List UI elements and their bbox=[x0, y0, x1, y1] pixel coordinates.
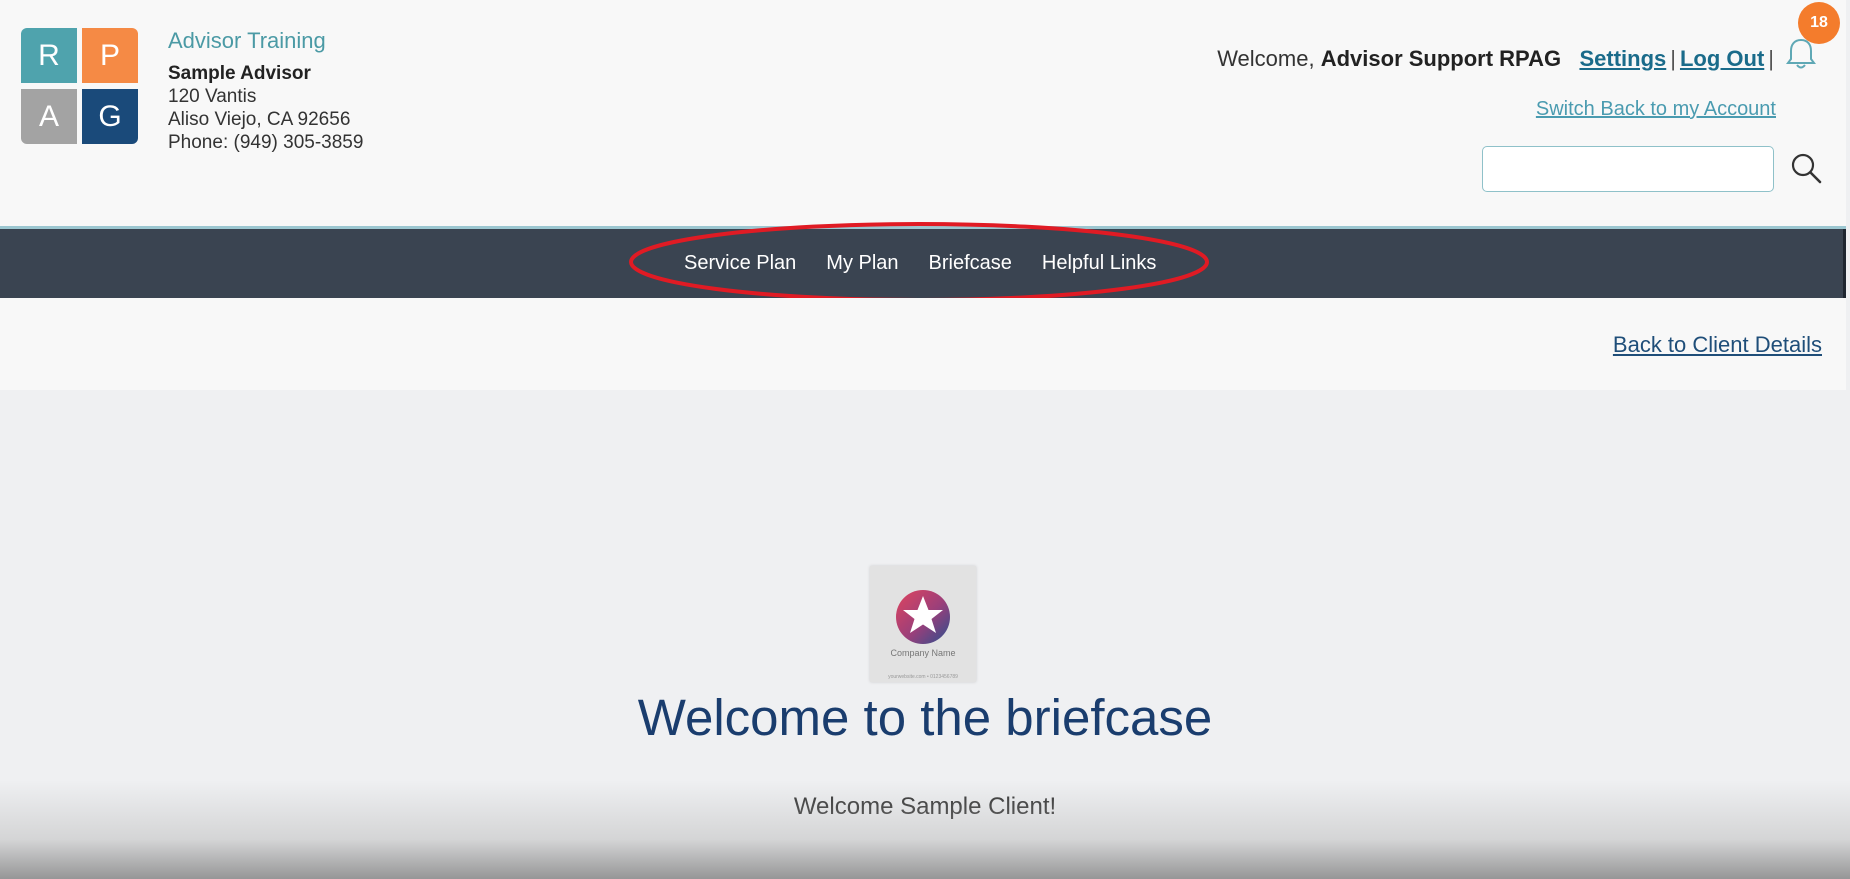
back-to-client-details-link[interactable]: Back to Client Details bbox=[1613, 332, 1822, 358]
logout-link[interactable]: Log Out bbox=[1680, 46, 1764, 71]
nav-item-helpful-links[interactable]: Helpful Links bbox=[1042, 252, 1157, 275]
advisor-name: Sample Advisor bbox=[168, 63, 311, 84]
separator: | bbox=[1768, 46, 1774, 71]
settings-link[interactable]: Settings bbox=[1579, 46, 1666, 71]
company-name-text: Company Name bbox=[890, 648, 956, 658]
logo-tile-p: P bbox=[82, 28, 138, 83]
welcome-line: Welcome, Advisor Support RPAG Settings | L… bbox=[1217, 46, 1778, 72]
logo-tile-r: R bbox=[21, 28, 77, 83]
advisor-info: Advisor Training Sample Advisor 120 Vant… bbox=[168, 28, 363, 154]
separator: | bbox=[1670, 46, 1676, 71]
user-area: Welcome, Advisor Support RPAG Settings | L… bbox=[1126, 0, 1846, 226]
welcome-prefix: Welcome, bbox=[1217, 46, 1315, 71]
logo-tile-a: A bbox=[21, 89, 77, 144]
advisor-phone: Phone: (949) 305-3859 bbox=[168, 132, 364, 153]
advisor-address-line1: 120 Vantis bbox=[168, 86, 257, 107]
company-logo-subtext: yourwebsite.com • 0123456789 bbox=[888, 674, 958, 680]
nav-item-service-plan[interactable]: Service Plan bbox=[684, 252, 796, 275]
nav-item-briefcase[interactable]: Briefcase bbox=[929, 252, 1012, 275]
search-input[interactable] bbox=[1482, 146, 1774, 192]
sub-bar: Back to Client Details bbox=[0, 298, 1846, 390]
nav-item-my-plan[interactable]: My Plan bbox=[826, 252, 898, 275]
nav-items: Service Plan My Plan Briefcase Helpful L… bbox=[684, 229, 1156, 298]
company-logo: Company Name yourwebsite.com • 012345678… bbox=[870, 566, 976, 682]
search-icon[interactable] bbox=[1788, 150, 1824, 186]
rpag-logo[interactable]: R P A G bbox=[21, 28, 139, 144]
main-nav: Service Plan My Plan Briefcase Helpful L… bbox=[0, 229, 1846, 298]
advisor-training-title: Advisor Training bbox=[168, 28, 326, 53]
user-name: Advisor Support RPAG bbox=[1320, 46, 1562, 71]
site-header: R P A G Advisor Training Sample Advisor … bbox=[0, 0, 1846, 226]
switch-back-link[interactable]: Switch Back to my Account bbox=[1536, 98, 1776, 121]
star-icon bbox=[896, 590, 950, 644]
welcome-message: Welcome Sample Client! bbox=[793, 793, 1057, 820]
advisor-address-line2: Aliso Viejo, CA 92656 bbox=[168, 109, 351, 130]
notification-badge[interactable]: 18 bbox=[1798, 2, 1840, 44]
page-title: Welcome to the briefcase bbox=[637, 689, 1213, 746]
logo-tile-g: G bbox=[82, 89, 138, 144]
